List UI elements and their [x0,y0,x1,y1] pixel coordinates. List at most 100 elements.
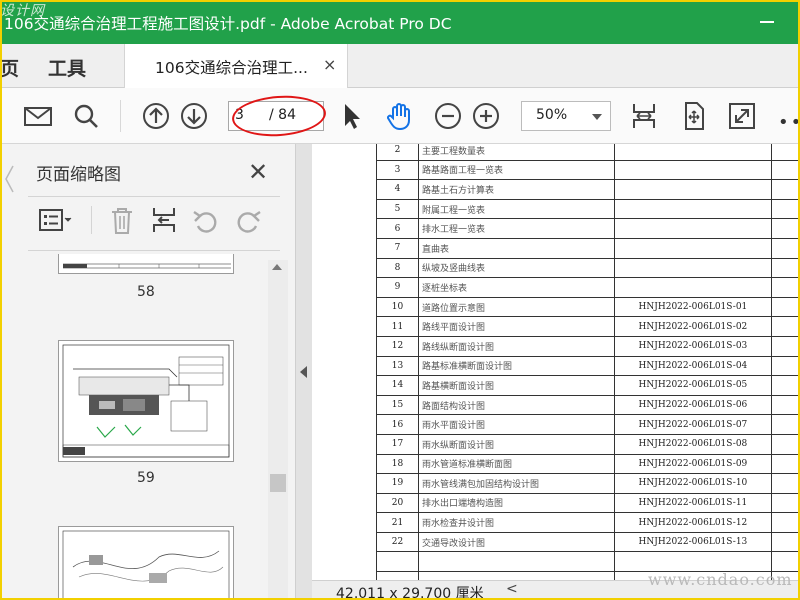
page-thumbnail-58[interactable] [58,254,234,274]
site-watermark: www.cndao.com [648,570,793,589]
scrollbar-thumb[interactable] [270,474,286,492]
row-title: 逐桩坐标表 [418,277,616,298]
row-code: HNJH2022-006L01S-07 [614,414,772,435]
rotate-right-icon[interactable] [230,204,266,236]
sidebar-collapse-tab-icon[interactable] [4,164,14,194]
more-options-icon[interactable]: ••• [778,112,800,133]
page-thumbnail-59[interactable] [58,340,234,462]
page-dimensions: 42.011 x 29.700 厘米 [336,586,484,600]
row-number: 16 [375,414,420,435]
nav-tools[interactable]: 工具 [48,54,86,81]
row-extra-cell [770,433,800,455]
fit-page-icon[interactable] [678,100,710,132]
row-number: 17 [375,433,420,455]
table-row: 20 排水出口端墙构造图 HNJH2022-006L01S-11 [375,492,800,514]
table-row: 15 路面结构设计图 HNJH2022-006L01S-06 [375,394,800,416]
hand-tool-icon[interactable] [384,100,416,132]
zoom-select[interactable]: 50% [521,101,611,131]
row-extra-cell [770,257,800,279]
row-code [614,198,772,220]
row-extra-cell [770,512,800,533]
close-sidebar-icon[interactable]: ✕ [248,158,268,186]
row-code: HNJH2022-006L01S-02 [614,316,772,337]
rotate-left-icon[interactable] [188,204,224,236]
chevron-down-icon [592,114,602,120]
sidebar-collapse-bar[interactable] [296,144,312,600]
thumbnail-page-label: 59 [137,470,155,486]
row-title: 雨水检查井设计图 [418,512,616,533]
row-title: 路基路面工程一览表 [418,159,616,181]
title-bar: 设计网 106交通综合治理工程施工图设计.pdf - Adobe Acrobat… [0,0,800,44]
row-number: 21 [375,512,420,533]
row-title: 路面结构设计图 [418,394,616,416]
page-up-icon[interactable] [140,100,172,132]
row-number [375,551,420,573]
tab-bar: 页 工具 106交通综合治理工... × [0,44,800,88]
row-code: HNJH2022-006L01S-03 [614,335,772,357]
select-arrow-icon[interactable] [336,100,368,132]
document-view[interactable]: 2 主要工程数量表 3 路基路面工程一览表 4 路基土石方计算表 5 附属工程一览表 6 排水工程… [312,144,800,580]
row-number: 19 [375,473,420,494]
row-code [614,218,772,239]
row-extra-cell [770,414,800,435]
row-number: 11 [375,316,420,337]
row-number: 5 [375,198,420,220]
page-thumbnail-60[interactable] [58,526,234,600]
row-number: 14 [375,375,420,396]
sidebar-toolbar-separator [91,206,92,234]
row-title: 路基土石方计算表 [418,179,616,200]
row-title: 主要工程数量表 [418,144,616,161]
scroll-left-icon[interactable]: < [506,581,518,597]
row-title: 排水出口端墙构造图 [418,492,616,514]
row-code [614,257,772,279]
row-title: 直曲表 [418,237,616,259]
row-extra-cell [770,531,800,553]
sidebar-divider [28,196,280,197]
row-extra-cell [770,277,800,298]
row-extra-cell [770,296,800,318]
row-number: 18 [375,453,420,475]
document-tab[interactable]: 106交通综合治理工... × [124,44,348,88]
zoom-in-icon[interactable] [470,100,502,132]
row-code: HNJH2022-006L01S-01 [614,296,772,318]
table-row: 7 直曲表 [375,237,800,259]
row-number: 13 [375,355,420,377]
scroll-up-icon[interactable] [272,264,282,270]
search-icon[interactable] [70,100,102,132]
row-number: 9 [375,277,420,298]
row-number: 22 [375,531,420,553]
row-title [418,551,616,573]
row-code: HNJH2022-006L01S-10 [614,473,772,494]
minimize-button[interactable] [756,12,778,30]
nav-home[interactable]: 页 [0,54,19,81]
row-title: 路基横断面设计图 [418,375,616,396]
table-row: 19 雨水管线满包加固结构设计图 HNJH2022-006L01S-10 [375,473,800,494]
row-title: 交通导改设计图 [418,531,616,553]
collapse-left-icon[interactable] [300,366,307,378]
fullscreen-icon[interactable] [726,100,758,132]
delete-page-icon[interactable] [104,204,140,236]
table-row: 5 附属工程一览表 [375,198,800,220]
row-code [614,277,772,298]
row-extra-cell [770,375,800,396]
row-extra-cell [770,198,800,220]
table-row: 6 排水工程一览表 [375,218,800,239]
table-row: 8 纵坡及竖曲线表 [375,257,800,279]
thumbnail-options-icon[interactable] [38,204,74,236]
row-title: 雨水管道标准横断面图 [418,453,616,475]
sidebar-divider [28,250,280,251]
insert-page-icon[interactable] [146,204,182,236]
fit-width-icon[interactable] [628,100,660,132]
row-title [418,571,616,580]
table-row: 3 路基路面工程一览表 [375,159,800,181]
zoom-out-icon[interactable] [432,100,464,132]
page-down-icon[interactable] [178,100,210,132]
close-tab-icon[interactable]: × [323,55,336,74]
row-code [614,179,772,200]
mail-icon[interactable] [22,100,54,132]
row-title: 路线纵断面设计图 [418,335,616,357]
sidebar-scrollbar[interactable] [268,260,288,600]
row-extra-cell [770,492,800,514]
row-code: HNJH2022-006L01S-09 [614,453,772,475]
zoom-value: 50% [536,107,568,123]
